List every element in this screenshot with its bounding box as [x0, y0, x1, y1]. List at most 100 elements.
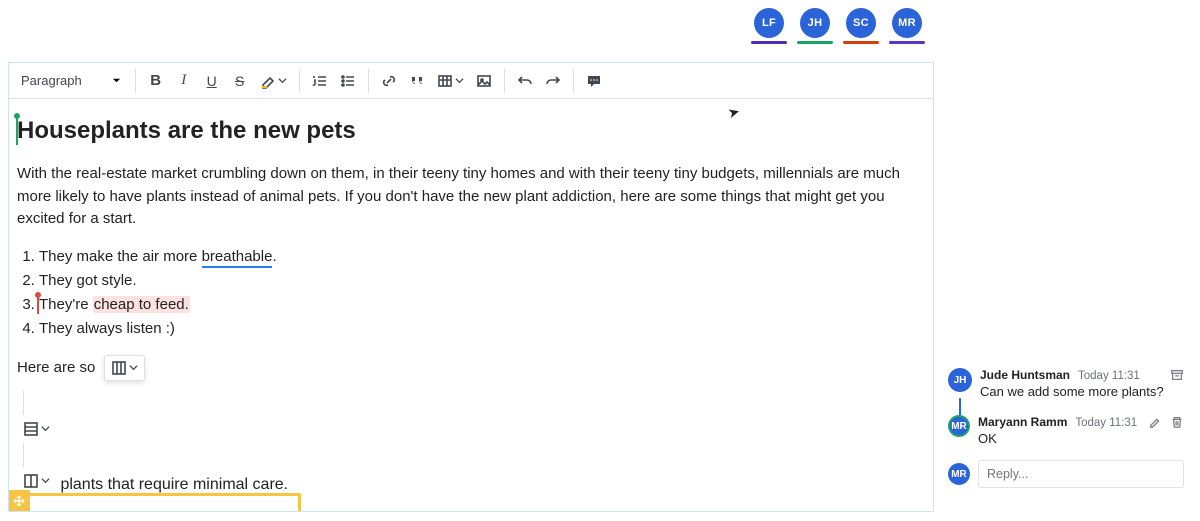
comment-icon [586, 73, 602, 89]
separator [299, 69, 300, 93]
plants-table[interactable]: Flowery Leafy Sticky African Violet Pepe… [17, 511, 295, 512]
separator [23, 443, 24, 467]
comment[interactable]: JH Jude Huntsman Today 11:31 Can we add … [938, 360, 1194, 407]
avatar-mr: MR [948, 463, 970, 485]
ul-icon [340, 73, 356, 89]
avatar-mr: MR [948, 415, 970, 437]
chevron-down-icon [41, 421, 50, 436]
chevron-down-icon [129, 360, 138, 375]
redo-button[interactable] [539, 67, 567, 95]
move-icon [13, 495, 25, 507]
chevron-down-icon [278, 73, 287, 88]
presence-bar [751, 41, 787, 44]
table-column-icon [111, 360, 127, 376]
column-button[interactable] [105, 356, 144, 380]
presence-bar [843, 41, 879, 44]
avatar: LF [754, 8, 784, 38]
separator [573, 69, 574, 93]
separator [504, 69, 505, 93]
text: Here are so [17, 358, 95, 375]
text: They're [39, 296, 93, 313]
reply-input[interactable] [978, 460, 1184, 488]
comment-text: OK [978, 431, 1184, 446]
table-merge-icon [23, 473, 39, 489]
title-text: Houseplants are the new pets [17, 117, 356, 144]
delete-icon[interactable] [1170, 415, 1184, 429]
underline-button[interactable]: U [198, 67, 226, 95]
unordered-list-button[interactable] [334, 67, 362, 95]
chevron-down-icon [112, 73, 121, 88]
ordered-list-button[interactable] [306, 67, 334, 95]
comment[interactable]: MR Maryann Ramm Today 11:31 OK [938, 407, 1194, 454]
collaborator-bar: LF JH SC MR [751, 8, 925, 44]
tracked-insert: breathable [202, 248, 273, 268]
link-button[interactable] [375, 67, 403, 95]
avatar: MR [892, 8, 922, 38]
comment-time: Today 11:31 [1075, 417, 1137, 429]
edit-icon[interactable] [1148, 415, 1162, 429]
collaborator-sc[interactable]: SC [843, 8, 879, 44]
editor-frame: Paragraph B I U S Houseplants are [8, 62, 934, 512]
image-button[interactable] [470, 67, 498, 95]
comment-time: Today 11:31 [1078, 370, 1140, 382]
tracked-delete: cheap to feed. [93, 296, 190, 313]
bold-button[interactable]: B [142, 67, 170, 95]
comments-panel: JH Jude Huntsman Today 11:31 Can we add … [938, 360, 1194, 498]
marker-icon [260, 73, 276, 89]
collaborator-mr[interactable]: MR [889, 8, 925, 44]
comment-author: Jude Huntsman [980, 368, 1070, 382]
collaborator-jh[interactable]: JH [797, 8, 833, 44]
text: . [272, 248, 276, 265]
document-body[interactable]: Houseplants are the new pets With the re… [9, 99, 933, 511]
highlight-button[interactable] [254, 67, 293, 95]
italic-button[interactable]: I [170, 67, 198, 95]
presence-bar [797, 41, 833, 44]
table-row-icon [23, 421, 39, 437]
separator [23, 391, 24, 415]
avatar: JH [800, 8, 830, 38]
link-icon [381, 73, 397, 89]
presence-bar [889, 41, 925, 44]
avatar-jh: JH [948, 368, 972, 392]
redo-icon [545, 73, 561, 89]
paragraph-style-select[interactable]: Paragraph [15, 73, 129, 88]
chevron-down-icon [455, 73, 464, 88]
mid-paragraph[interactable]: Here are so [17, 355, 925, 381]
text: They make the air more [39, 248, 202, 265]
quote-icon [409, 73, 425, 89]
list-item[interactable]: They make the air more breathable. [39, 245, 925, 268]
comment-text: Can we add some more plants? [980, 384, 1184, 399]
table-selection-outline [11, 493, 301, 512]
remote-caret-jh [16, 117, 18, 145]
list-item[interactable]: They got style. [39, 269, 925, 292]
editor-toolbar: Paragraph B I U S [9, 63, 933, 99]
points-list[interactable]: They make the air more breathable. They … [39, 245, 925, 341]
comment-button[interactable] [580, 67, 608, 95]
table-icon [437, 73, 453, 89]
table-button[interactable] [431, 67, 470, 95]
intro-paragraph[interactable]: With the real-estate market crumbling do… [17, 163, 917, 231]
undo-icon [517, 73, 533, 89]
list-item[interactable]: They always listen :) [39, 317, 925, 340]
table-floating-toolbar [104, 355, 145, 381]
text: plants that require minimal care. [60, 476, 288, 493]
quote-button[interactable] [403, 67, 431, 95]
comment-body: Jude Huntsman Today 11:31 Can we add som… [980, 368, 1184, 399]
row-button[interactable] [17, 415, 56, 443]
chevron-down-icon [41, 473, 50, 488]
separator [135, 69, 136, 93]
table-container: Flowery Leafy Sticky African Violet Pepe… [17, 511, 295, 512]
table-drag-handle[interactable] [9, 490, 30, 512]
ol-icon [312, 73, 328, 89]
collaborator-lf[interactable]: LF [751, 8, 787, 44]
separator [368, 69, 369, 93]
document-title[interactable]: Houseplants are the new pets [17, 117, 925, 145]
undo-button[interactable] [511, 67, 539, 95]
avatar: SC [846, 8, 876, 38]
archive-icon[interactable] [1170, 368, 1184, 382]
comment-reply-row: MR [938, 454, 1194, 498]
paragraph-style-label: Paragraph [21, 73, 82, 88]
strikethrough-button[interactable]: S [226, 67, 254, 95]
image-icon [476, 73, 492, 89]
list-item[interactable]: They're cheap to feed. [39, 293, 925, 316]
